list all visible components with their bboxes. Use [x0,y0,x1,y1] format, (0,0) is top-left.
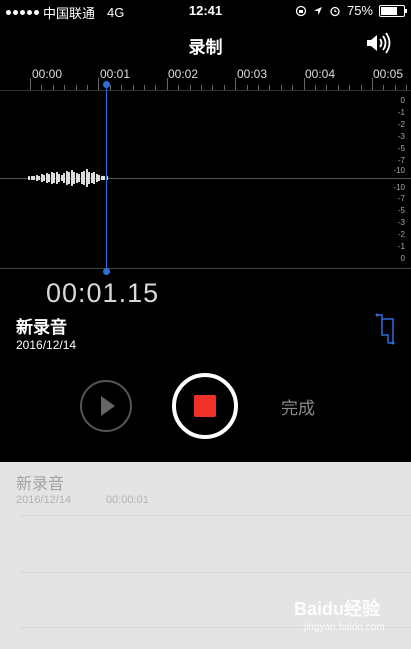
rotation-lock-icon [295,5,307,16]
nav-bar: 录制 [0,28,411,58]
list-item-title: 新录音 [16,476,65,493]
list-divider [20,572,411,573]
db-scale-label: -3 [397,218,405,227]
playhead-top-handle[interactable] [103,81,110,88]
db-scale-label: -5 [397,144,405,153]
timeline-tick-label: 00:01 [100,67,131,81]
timeline-tick [166,78,168,90]
timeline-tick [235,78,237,90]
status-bar: 中国联通 4G 12:41 75% [0,0,411,22]
elapsed-time: 00:01.15 [46,278,160,308]
timeline-tick [30,78,31,90]
done-button[interactable]: 完成 [281,394,315,419]
recording-date: 2016/12/14 [16,338,77,352]
db-scale-label: -2 [397,120,405,129]
timeline-tick-label: 00:02 [168,67,199,81]
status-right: 75% [295,3,407,18]
timeline-tick-label: 00:00 [32,67,63,81]
list-divider [20,515,411,516]
battery-percent: 75% [346,3,373,18]
record-stop-button[interactable] [172,373,238,439]
list-item-date: 2016/12/14 [16,494,72,506]
timeline-tick-label: 00:03 [237,67,268,81]
db-scale-label: -5 [397,206,405,215]
stop-icon [194,395,216,417]
db-scale-label: -1 [397,108,405,117]
page-title: 录制 [188,38,223,57]
list-item-duration: 00:00:01 [106,494,149,506]
db-scale-label: 0 [400,254,405,263]
play-button[interactable] [80,380,132,432]
db-scale-label: -7 [397,156,405,165]
baidu-watermark: Baidu经验 [294,599,381,619]
db-scale-label: -1 [397,242,405,251]
timeline-tick-label: 00:04 [305,67,336,81]
db-scale-label: -10 [393,183,405,192]
db-scale-label: -2 [397,230,405,239]
db-scale-label: -3 [397,132,405,141]
location-icon [313,6,322,15]
timeline-tick [303,78,305,90]
alarm-icon [330,6,340,16]
timeline-tick-label: 00:05 [373,67,404,81]
recording-title[interactable]: 新录音 [16,313,67,338]
playhead[interactable] [106,84,107,272]
db-scale-label: -7 [397,194,405,203]
baidu-watermark-url: jingyan.baidu.com [304,622,385,633]
playhead-bottom-handle[interactable] [103,268,110,275]
timeline-ruler[interactable]: 00:00 00:01 00:02 00:03 00:04 00:05 [0,62,411,91]
recording-controls: 完成 [0,370,411,440]
timeline-tick [98,78,100,90]
db-scale-label: -10 [393,166,405,175]
trim-icon[interactable] [374,313,396,347]
battery-icon [379,4,407,17]
waveform-area[interactable]: 0 -1 -2 -3 -5 -7 -10 -10 -7 -5 -3 -2 -1 … [0,90,411,269]
speaker-volume-icon[interactable] [365,31,393,55]
db-scale-label: 0 [400,96,405,105]
timeline-tick [372,78,373,90]
